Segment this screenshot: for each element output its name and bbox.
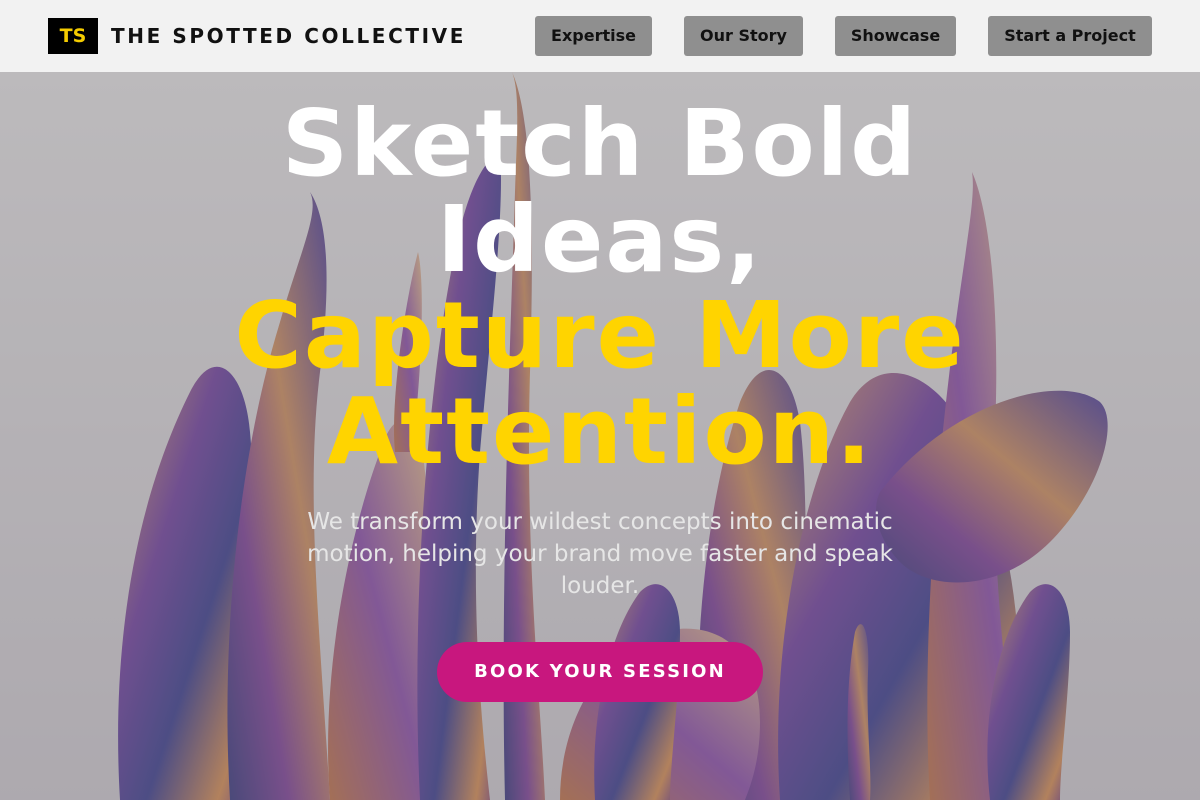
nav-start-project-button[interactable]: Start a Project [988,16,1152,56]
nav-our-story-button[interactable]: Our Story [684,16,803,56]
site-header: TS THE SPOTTED COLLECTIVE Expertise Our … [0,0,1200,72]
nav-expertise-button[interactable]: Expertise [535,16,652,56]
headline-line-1: Sketch Bold [281,90,919,197]
hero-subtext: We transform your wildest concepts into … [307,509,893,599]
book-session-button[interactable]: BOOK YOUR SESSION [437,642,763,702]
hero-headline: Sketch Bold Ideas, Capture More Attentio… [0,96,1200,480]
headline-line-3: Capture More [234,282,966,389]
nav-showcase-button[interactable]: Showcase [835,16,956,56]
landing-page: TS THE SPOTTED COLLECTIVE Expertise Our … [0,0,1200,800]
headline-line-2: Ideas, [436,186,764,293]
brand-name[interactable]: THE SPOTTED COLLECTIVE [111,23,466,49]
brand-logo-mark[interactable]: TS [48,18,98,54]
headline-line-4: Attention. [326,378,874,485]
